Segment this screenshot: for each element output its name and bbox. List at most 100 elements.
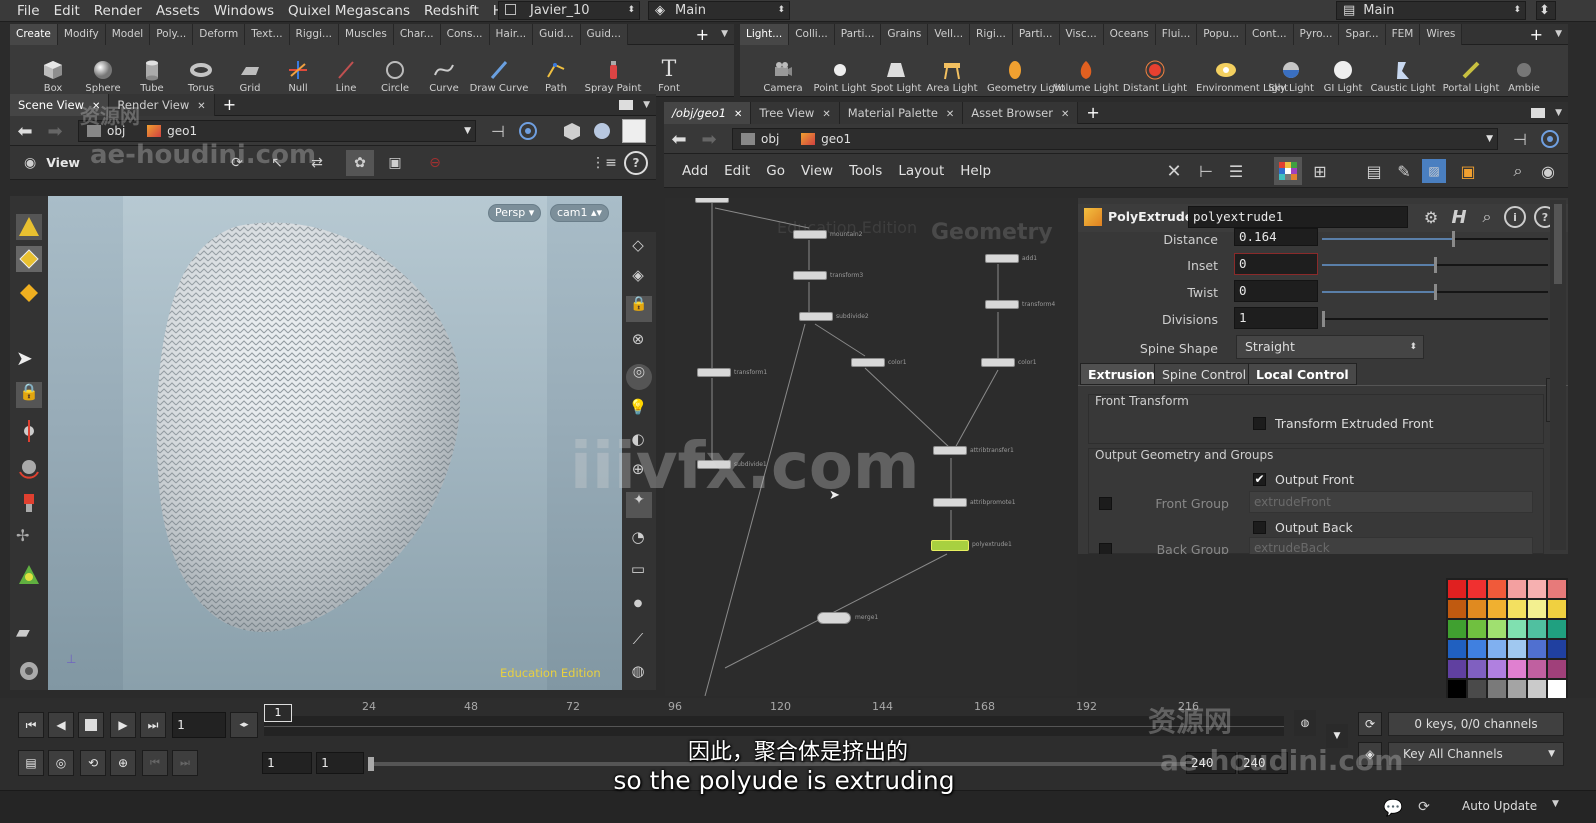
tool-caustic-light[interactable]: Caustic Light [1368, 45, 1438, 97]
net-menu-go[interactable]: Go [766, 163, 785, 179]
color-swatch[interactable] [1508, 580, 1526, 598]
ghost-icon[interactable]: ⊗ [626, 330, 650, 352]
network-node[interactable] [981, 358, 1015, 367]
right-desktop-combo[interactable]: ▤ Main ⬍ [1336, 1, 1526, 20]
pin-icon[interactable]: ⊣ [1508, 128, 1532, 150]
shelf-tab[interactable]: Guid... [580, 23, 628, 45]
tool-draw-curve[interactable]: Draw Curve [468, 45, 530, 97]
render-region-icon[interactable]: ▭ [626, 560, 650, 582]
twist-slider[interactable] [1322, 284, 1548, 300]
tool-box[interactable]: Box [28, 45, 78, 97]
network-node[interactable] [793, 271, 827, 280]
visualizer-icon[interactable]: ◎ [626, 364, 652, 390]
close-icon[interactable]: ✕ [822, 109, 830, 120]
add-tab-icon[interactable]: + [215, 95, 244, 114]
net-menu-add[interactable]: Add [682, 163, 708, 179]
forward-arrow-icon[interactable]: ➡ [698, 128, 720, 150]
tool-area-light[interactable]: Area Light [924, 45, 980, 97]
shelf-menu-icon[interactable]: ▼ [715, 29, 734, 39]
path-obj[interactable]: obj [761, 132, 779, 146]
search-icon[interactable]: ⌕ [1476, 206, 1498, 228]
pane-menu-icon[interactable]: ▼ [643, 100, 650, 110]
pin-icon[interactable]: ⊣ [486, 120, 510, 142]
shelf-menu-icon[interactable]: ▼ [1549, 29, 1568, 39]
shelf-tab[interactable]: Popu... [1197, 23, 1246, 45]
tab-extrusion[interactable]: Extrusion [1080, 363, 1163, 385]
shelf-tab[interactable]: Flui... [1155, 23, 1198, 45]
shelf-tab[interactable]: Vell... [928, 23, 971, 45]
color-swatch[interactable] [1548, 680, 1566, 698]
color-swatch[interactable] [1448, 640, 1466, 658]
asset-icon[interactable]: ▣ [1456, 159, 1480, 183]
shelf-tab[interactable]: Pyro... [1293, 23, 1340, 45]
wireframe-icon[interactable]: ◈ [626, 266, 650, 288]
shelf-tab[interactable]: Deform [193, 23, 246, 45]
tool-grid[interactable]: Grid [226, 45, 274, 97]
net-menu-layout[interactable]: Layout [898, 163, 944, 179]
back-arrow-icon[interactable]: ⬅ [668, 128, 690, 150]
shelf-tab[interactable]: Parti... [834, 23, 882, 45]
color-swatch[interactable] [1468, 660, 1486, 678]
scrollbar-thumb[interactable] [1554, 204, 1562, 284]
network-node[interactable] [793, 230, 827, 239]
shelf-tab[interactable]: Light... [740, 23, 790, 45]
shelf-tab[interactable]: Cont... [1246, 23, 1294, 45]
spine-shape-dropdown[interactable]: Straight ⬍ [1236, 335, 1424, 359]
tab-local-control[interactable]: Local Control [1248, 363, 1357, 385]
persp-menu[interactable]: Persp ▾ [488, 204, 542, 222]
tool-ambient-light[interactable]: Ambie [1504, 45, 1544, 97]
network-node[interactable] [695, 198, 729, 203]
path-geo1[interactable]: geo1 [821, 132, 851, 146]
net-menu-help[interactable]: Help [960, 163, 991, 179]
shelf-tab[interactable]: Grains [881, 23, 929, 45]
shelf-tab[interactable]: Oceans [1103, 23, 1156, 45]
color-swatch[interactable] [1488, 640, 1506, 658]
tool-line[interactable]: Line [322, 45, 370, 97]
tool-sphere[interactable]: Sphere [78, 45, 128, 97]
scene-file-combo[interactable]: Javier_10 ⬍ [498, 1, 640, 20]
shading-icon[interactable] [590, 119, 614, 143]
tool-path[interactable]: Path [530, 45, 582, 97]
color-swatch[interactable] [1488, 660, 1506, 678]
tool-spot-light[interactable]: Spot Light [868, 45, 924, 97]
shelf-tab[interactable]: FEM [1385, 23, 1421, 45]
shelf-tab[interactable]: Muscles [339, 23, 394, 45]
color-grid-icon[interactable] [1274, 157, 1302, 185]
color-swatch[interactable] [1468, 640, 1486, 658]
color-swatch[interactable] [1548, 620, 1566, 638]
shelf-tab[interactable]: Modify [57, 23, 106, 45]
grid-layout-icon[interactable]: ⊞ [1308, 159, 1332, 183]
right-path-field[interactable]: obj geo1 ▼ [732, 128, 1498, 150]
color-swatch[interactable] [1468, 680, 1486, 698]
pick-icon[interactable]: ⟋ [626, 630, 650, 652]
network-node[interactable] [985, 254, 1019, 263]
output-front-checkbox[interactable]: ✔ [1253, 473, 1266, 486]
tree-icon[interactable]: ⊢ [1194, 159, 1218, 183]
color-swatch[interactable] [1548, 580, 1566, 598]
menu-assets[interactable]: Assets [149, 0, 207, 22]
close-icon[interactable]: ✕ [734, 109, 742, 120]
tool-portal-light[interactable]: Portal Light [1438, 45, 1504, 97]
select-mode-object-icon[interactable] [16, 214, 42, 240]
color-swatch[interactable] [1508, 660, 1526, 678]
image-icon[interactable]: ▨ [1422, 159, 1446, 183]
search-icon[interactable]: ⌕ [1506, 159, 1530, 183]
tool-environment-light[interactable]: Environment Light [1188, 45, 1288, 97]
timeline-track[interactable]: 1 [264, 704, 1284, 736]
eye-icon[interactable]: ◉ [1536, 159, 1560, 183]
color-swatch[interactable] [1448, 620, 1466, 638]
back-group-toggle[interactable] [1099, 543, 1112, 554]
display-options-icon[interactable]: ◇ [626, 236, 650, 258]
color-swatch[interactable] [1508, 640, 1526, 658]
color-swatch[interactable] [1548, 600, 1566, 618]
color-swatch[interactable] [1528, 600, 1546, 618]
hide-icon[interactable]: ◔ [626, 528, 650, 550]
tab-material-palette[interactable]: Material Palette ✕ [839, 101, 964, 124]
network-node[interactable] [985, 300, 1019, 309]
select-mode-points-icon[interactable] [16, 246, 42, 272]
network-node[interactable] [697, 368, 731, 377]
slider-knob[interactable] [1322, 311, 1325, 327]
distance-field[interactable]: 0.164 [1234, 228, 1318, 246]
shelf-tab[interactable]: Spar... [1339, 23, 1386, 45]
inset-field[interactable]: 0 [1234, 253, 1318, 275]
